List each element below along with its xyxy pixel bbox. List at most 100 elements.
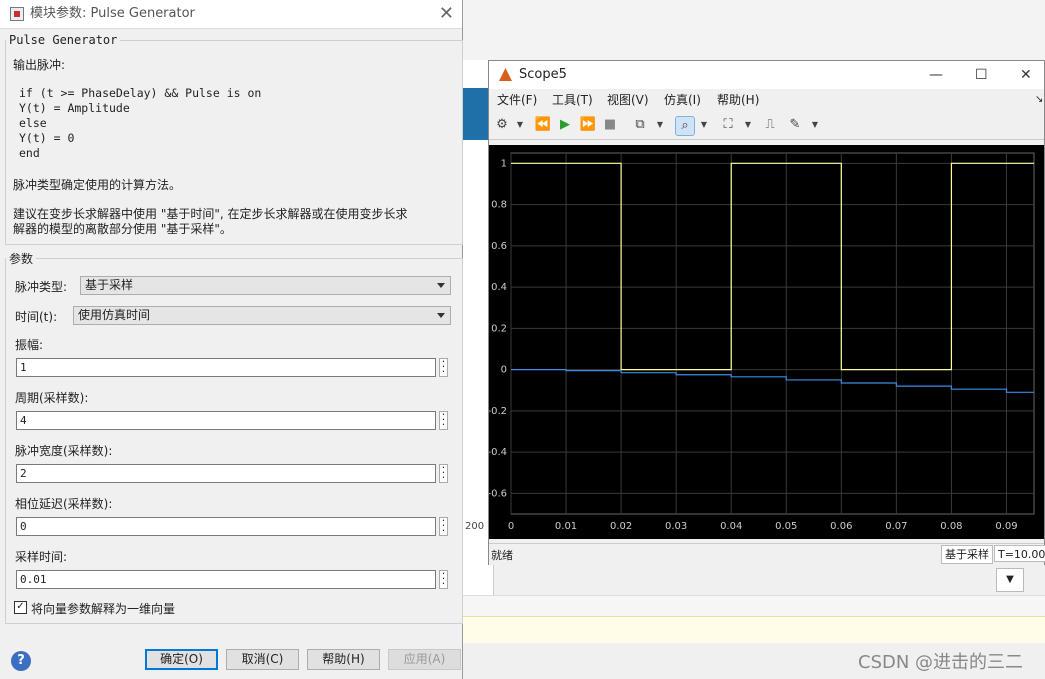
description-heading: 输出脉冲: [13, 58, 66, 72]
amplitude-input[interactable]: 1 [16, 358, 436, 377]
period-more-button[interactable]: · · · [439, 409, 448, 430]
background-statusbar [463, 595, 1045, 616]
x-tick-label: 0.01 [555, 521, 577, 532]
dropdown-arrow-icon[interactable]: ▼ [806, 116, 824, 134]
y-tick-label: -0.6 [489, 488, 507, 499]
dialog-titlebar: 模块参数: Pulse Generator ✕ [0, 0, 462, 29]
x-tick-label: 0.07 [885, 521, 907, 532]
description-pulse-type: 脉冲类型确定使用的计算方法。 [13, 178, 182, 192]
menu-file[interactable]: 文件(F) [497, 89, 537, 111]
sample-time-input[interactable]: 0.01 [16, 570, 436, 589]
pulse-type-label: 脉冲类型: [15, 280, 68, 294]
triggers-icon[interactable]: ⎍ [761, 116, 779, 134]
phase-delay-input[interactable]: 0 [16, 517, 436, 536]
x-tick-label: 0.09 [995, 521, 1017, 532]
x-tick-label: 0.06 [830, 521, 852, 532]
dropdown-arrow-icon[interactable]: ▼ [511, 116, 529, 134]
menu-simulation[interactable]: 仿真(I) [664, 89, 701, 111]
y-tick-label: 0.6 [491, 241, 507, 252]
scope-toolbar: ⚙ ▼ ⏪ ▶ ⏩ ■ ⧉ ▼ ⌕ ▼ ⛶ ▼ ⎍ ✎ ▼ [489, 111, 1044, 140]
scope-title: Scope5 [519, 67, 567, 82]
block-icon [10, 7, 24, 21]
pulse-type-select[interactable]: 基于采样 [80, 276, 451, 295]
x-tick-label: 0.08 [940, 521, 962, 532]
x-tick-label: 0 [508, 521, 514, 532]
y-tick-label: 0 [501, 365, 507, 376]
step-forward-icon[interactable]: ⏩ [579, 116, 597, 134]
stop-icon[interactable]: ■ [601, 116, 619, 134]
close-icon[interactable]: ✕ [439, 0, 454, 28]
pulse-width-input[interactable]: 2 [16, 464, 436, 483]
background-toolbar [463, 0, 1045, 61]
help-button[interactable]: 帮助(H) [307, 649, 380, 670]
pulse-type-value: 基于采样 [85, 278, 134, 292]
section-title: Pulse Generator [9, 33, 118, 47]
y-tick-label: -0.2 [489, 406, 507, 417]
phase-delay-more-button[interactable]: · · · [439, 515, 448, 536]
interpret-vector-checkbox[interactable]: ✓ [14, 601, 27, 614]
y-tick-label: 0.2 [491, 323, 507, 334]
phase-delay-label: 相位延迟(采样数): [15, 497, 113, 511]
background-info-bar [463, 616, 1045, 643]
minimize-icon[interactable]: — [929, 61, 943, 89]
menu-view[interactable]: 视图(V) [607, 89, 649, 111]
block-parameters-dialog: 模块参数: Pulse Generator ✕ Pulse Generator … [0, 0, 463, 679]
scope-titlebar: Scope5 — ☐ ✕ [489, 61, 1044, 89]
autoscale-icon[interactable]: ⛶ [719, 116, 737, 134]
y-tick-label: -0.4 [489, 447, 507, 458]
matlab-icon [499, 68, 512, 81]
cancel-button[interactable]: 取消(C) [226, 649, 299, 670]
ok-button[interactable]: 确定(O) [145, 649, 218, 670]
time-label: 时间(t): [15, 310, 58, 324]
zoom-icon[interactable]: ⌕ [675, 116, 695, 136]
menu-help[interactable]: 帮助(H) [717, 89, 759, 111]
y-tick-label: 1 [501, 158, 507, 169]
dropdown-arrow-icon[interactable]: ▼ [651, 116, 669, 134]
sim-time-indicator: T=10.000 [994, 545, 1045, 562]
watermark: CSDN @进击的三二 [858, 652, 1024, 673]
x-tick-label: 0.02 [610, 521, 632, 532]
dialog-title: 模块参数: Pulse Generator [30, 6, 195, 21]
pulse-width-label: 脉冲宽度(采样数): [15, 444, 113, 458]
apply-button[interactable]: 应用(A) [388, 649, 461, 670]
scope-window: Scope5 — ☐ ✕ 文件(F) 工具(T) 视图(V) 仿真(I) 帮助(… [487, 60, 1045, 565]
y-tick-label: 0.8 [491, 200, 507, 211]
measurements-icon[interactable]: ✎ [786, 116, 804, 134]
dropdown-arrow-icon[interactable]: ▼ [695, 116, 713, 134]
plot-axes-box [510, 152, 1035, 515]
x-tick-label: 0.04 [720, 521, 742, 532]
amplitude-more-button[interactable]: · · · [439, 356, 448, 377]
amplitude-label: 振幅: [15, 338, 44, 352]
help-icon[interactable]: ? [11, 651, 31, 671]
chevron-down-icon [437, 313, 445, 318]
sample-mode-indicator: 基于采样 [941, 545, 993, 564]
maximize-icon[interactable]: ☐ [975, 61, 988, 89]
pulse-width-more-button[interactable]: · · · [439, 462, 448, 483]
x-tick-label: 0.05 [775, 521, 797, 532]
description-recommendation-2: 解器的模型的离散部分使用 "基于采样"。 [13, 222, 232, 236]
time-select[interactable]: 使用仿真时间 [73, 306, 451, 325]
run-icon[interactable]: ▶ [556, 116, 574, 134]
scope-plot-area[interactable]: 0 0.01 0.02 0.03 0.04 0.05 0.06 0.07 0.08 0.09 1 0.… [487, 145, 1044, 539]
close-icon[interactable]: ✕ [1020, 61, 1032, 89]
period-input[interactable]: 4 [16, 411, 436, 430]
sample-time-label: 采样时间: [15, 550, 68, 564]
x-tick-label: 0.03 [665, 521, 687, 532]
chevron-down-icon [437, 283, 445, 288]
scope-menubar: 文件(F) 工具(T) 视图(V) 仿真(I) 帮助(H) ↘ [489, 89, 1044, 111]
background-dropdown[interactable]: ▼ [996, 568, 1024, 592]
highlight-block-icon[interactable]: ⧉ [631, 116, 649, 134]
dropdown-arrow-icon[interactable]: ▼ [739, 116, 757, 134]
menu-tools[interactable]: 工具(T) [552, 89, 593, 111]
settings-icon[interactable]: ⚙ [493, 116, 511, 134]
pulse-pseudocode: if (t >= PhaseDelay) && Pulse is on Y(t)… [19, 86, 262, 160]
time-value: 使用仿真时间 [78, 308, 151, 322]
sample-time-more-button[interactable]: · · · [439, 568, 448, 589]
period-label: 周期(采样数): [15, 391, 89, 405]
y-tick-label: 0.4 [491, 282, 507, 293]
toolbar-overflow-icon[interactable]: ↘ [1035, 89, 1043, 111]
status-text: 就绪 [491, 549, 513, 562]
step-back-icon[interactable]: ⏪ [534, 116, 552, 134]
scope-chart[interactable]: 0 0.01 0.02 0.03 0.04 0.05 0.06 0.07 0.08 0.09 1 0.… [487, 145, 1044, 539]
background-axis-label: 200 [465, 521, 485, 532]
